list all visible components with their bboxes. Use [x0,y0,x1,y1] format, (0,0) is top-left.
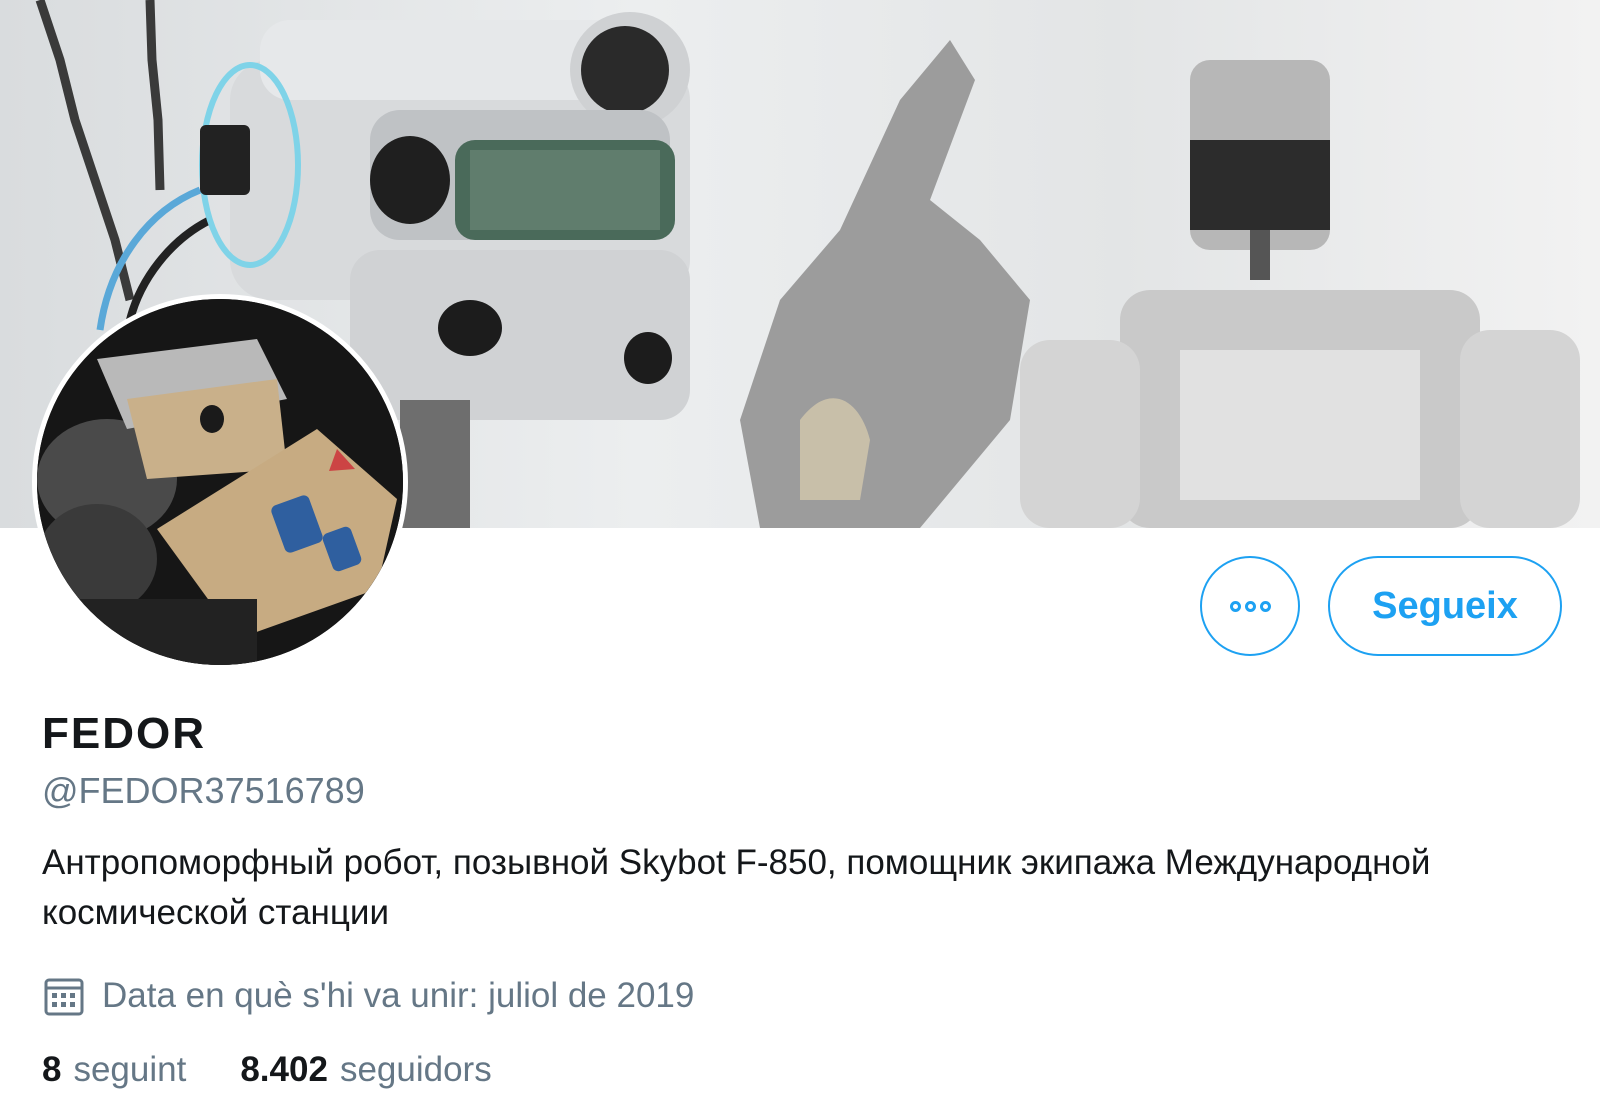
profile-info: FEDOR @FEDOR37516789 Антропоморфный робо… [42,706,1562,1092]
following-count: 8 [42,1050,62,1089]
profile-handle: @FEDOR37516789 [42,770,365,811]
calendar-icon [44,978,84,1016]
profile-header: Segueix FEDOR @FEDOR37516789 Антропоморф… [0,0,1600,1114]
avatar-robot-illustration [37,299,403,665]
profile-actions: Segueix [1200,556,1562,656]
follow-button[interactable]: Segueix [1328,556,1562,656]
profile-avatar[interactable] [32,294,408,670]
joined-date: Data en què s'hi va unir: juliol de 2019 [42,974,1562,1018]
following-link[interactable]: 8 seguint [42,1048,186,1092]
following-label: seguint [73,1050,187,1089]
more-dots-icon [1259,600,1271,612]
more-options-button[interactable] [1200,556,1300,656]
more-dots-icon [1229,600,1241,612]
followers-link[interactable]: 8.402 seguidors [240,1048,491,1092]
followers-label: seguidors [339,1050,492,1089]
more-dots-icon [1244,600,1256,612]
followers-count: 8.402 [240,1050,328,1089]
profile-stats: 8 seguint 8.402 seguidors [42,1048,1562,1092]
profile-bio: Антропоморфный робот, позывной Skybot F-… [42,843,1431,932]
profile-name: FEDOR [42,709,206,758]
joined-text: Data en què s'hi va unir: juliol de 2019 [102,976,695,1015]
